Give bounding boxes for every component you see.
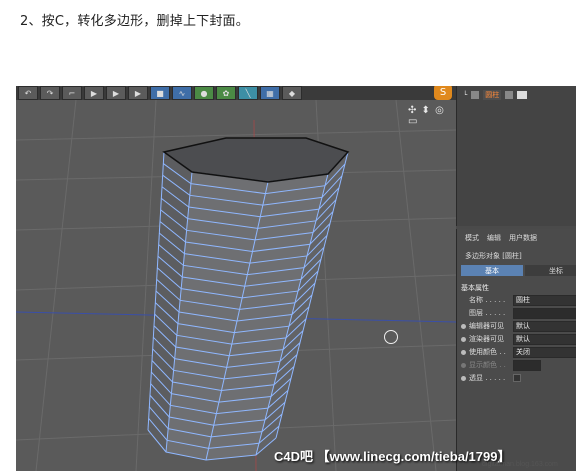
prop-use-color: 使用颜色 . . 关闭 <box>461 346 576 358</box>
undo-icon[interactable]: ↶ <box>18 86 38 100</box>
attribute-title: 多边形对象 [圆柱] <box>465 252 522 260</box>
render-view-icon[interactable]: ▶ <box>106 86 126 100</box>
footer-url: digitalman.blog.163.com <box>482 461 558 468</box>
top-toolbar: ↶ ↷ ⌐ ▶ ▶ ▶ ■ ∿ ● ✿ ╲ ▦ ◆ S <box>16 86 458 100</box>
object-manager: └ 圆柱 <box>456 86 576 226</box>
cursor-ring-icon <box>384 330 398 344</box>
3d-viewport[interactable]: ✣ ⬍ ◎ ▭ <box>16 100 456 471</box>
prop-editor-visible: 编辑器可见 默认 <box>461 320 576 332</box>
redo-icon[interactable]: ↷ <box>40 86 60 100</box>
spline-icon[interactable]: ∿ <box>172 86 192 100</box>
prop-label: 图层 . . . . . <box>469 309 506 317</box>
radio-dot-icon[interactable] <box>461 362 466 368</box>
move-icon[interactable]: ⌐ <box>62 86 82 100</box>
deform-icon[interactable]: ╲ <box>238 86 258 100</box>
attribute-menu: 模式 编辑 用户数据 <box>465 233 537 243</box>
render-visible-select[interactable]: 默认 <box>513 333 576 345</box>
prop-label: 名称 . . . . . <box>469 296 506 304</box>
display-color-swatch[interactable] <box>513 359 541 371</box>
attribute-manager: 模式 编辑 用户数据 多边形对象 [圆柱] 基本 坐标 基本属性 名称 . . … <box>456 229 576 471</box>
layer-field[interactable] <box>513 307 576 319</box>
cube-icon[interactable]: ■ <box>150 86 170 100</box>
array-icon[interactable]: ✿ <box>216 86 236 100</box>
radio-dot-icon[interactable] <box>461 375 466 381</box>
visibility-icon[interactable] <box>505 91 514 99</box>
prop-label: 使用颜色 . . <box>469 348 506 356</box>
use-color-select[interactable]: 关闭 <box>513 346 576 358</box>
menu-userdata[interactable]: 用户数据 <box>509 233 537 243</box>
viewport-scene <box>16 100 456 471</box>
c4d-window: ↶ ↷ ⌐ ▶ ▶ ▶ ■ ∿ ● ✿ ╲ ▦ ◆ S ✣ ⬍ ◎ ▭ └ 圆柱… <box>16 86 576 471</box>
orange-s-icon[interactable]: S <box>434 86 452 100</box>
polygon-object-icon <box>471 91 480 99</box>
tab-basic[interactable]: 基本 <box>461 265 523 276</box>
attribute-tabs: 基本 坐标 <box>461 265 576 276</box>
object-name[interactable]: 圆柱 <box>483 90 502 100</box>
prop-layer: 图层 . . . . . <box>461 307 576 319</box>
prop-label: 显示颜色 . . <box>469 361 506 369</box>
watermark-text: C4D吧 【www.linecg.com/tieba/1799】 <box>274 449 511 464</box>
menu-mode[interactable]: 模式 <box>465 233 479 243</box>
prop-render-visible: 渲染器可见 默认 <box>461 333 576 345</box>
hierarchy-icon: └ <box>463 91 468 99</box>
section-basic-properties: 基本属性 <box>461 284 489 292</box>
object-row[interactable]: └ 圆柱 <box>463 90 528 100</box>
name-field[interactable]: 圆柱 <box>513 294 576 306</box>
radio-dot-icon[interactable] <box>461 323 466 329</box>
tab-coordinates[interactable]: 坐标 <box>525 265 576 276</box>
editor-visible-select[interactable]: 默认 <box>513 320 576 332</box>
render-icon[interactable]: ▶ <box>84 86 104 100</box>
light-icon[interactable]: ◆ <box>282 86 302 100</box>
camera-icon[interactable]: ▦ <box>260 86 280 100</box>
radio-dot-icon[interactable] <box>461 336 466 342</box>
radio-dot-icon[interactable] <box>461 349 466 355</box>
octagon-tube <box>147 137 350 461</box>
prop-label: 透显 . . . . . <box>469 374 506 382</box>
nurbs-icon[interactable]: ● <box>194 86 214 100</box>
prop-label: 渲染器可见 <box>469 335 504 343</box>
viewport-nav-icons[interactable]: ✣ ⬍ ◎ ▭ <box>408 105 456 127</box>
menu-edit[interactable]: 编辑 <box>487 233 501 243</box>
prop-display-color: 显示颜色 . . <box>461 359 576 371</box>
prop-label: 编辑器可见 <box>469 322 504 330</box>
phong-tag-icon[interactable] <box>517 91 528 99</box>
prop-name: 名称 . . . . . 圆柱 <box>461 294 576 306</box>
xray-checkbox[interactable] <box>513 374 521 382</box>
render-settings-icon[interactable]: ▶ <box>128 86 148 100</box>
prop-xray: 透显 . . . . . <box>461 373 576 383</box>
caption-text: 2、按C，转化多边形，删掉上下封面。 <box>20 14 249 29</box>
